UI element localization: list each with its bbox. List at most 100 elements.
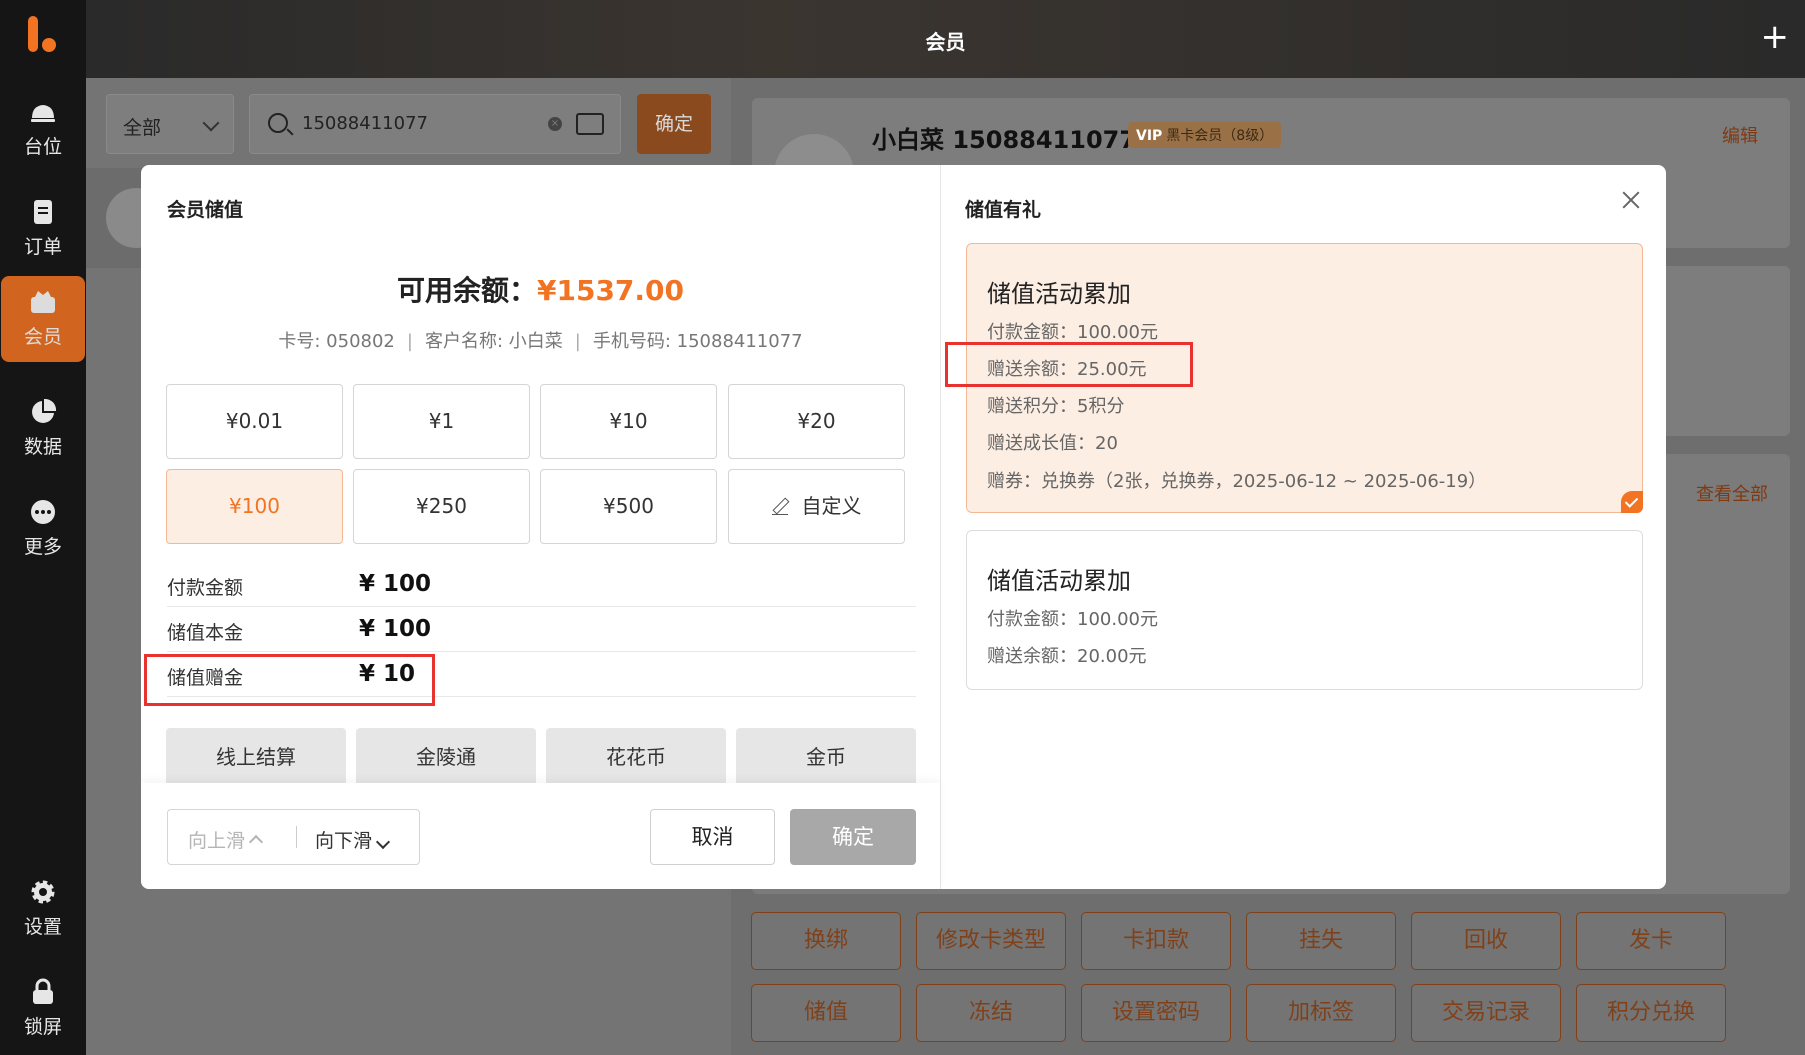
balance-value: ¥1537.00 xyxy=(537,274,685,307)
vip-label: VIP xyxy=(1136,128,1163,144)
summary-row-payment: 付款金额 ¥ 100 xyxy=(167,563,916,607)
promo-line: 付款金额：100.00元 xyxy=(987,609,1158,630)
summary-value: ¥ 100 xyxy=(359,616,432,642)
view-all-link[interactable]: 查看全部 xyxy=(1696,480,1768,506)
promo-panel-title: 储值有礼 xyxy=(965,199,1042,221)
search-input-value: 15088411077 xyxy=(302,113,428,134)
chevron-down-icon xyxy=(202,114,220,132)
summary-value: ¥ 100 xyxy=(359,571,432,597)
card-deduct-button[interactable]: 卡扣款 xyxy=(1081,912,1231,970)
search-icon xyxy=(268,113,288,133)
promo-line: 赠送积分：5积分 xyxy=(987,396,1125,417)
balance-label: 可用余额： xyxy=(396,274,537,307)
promo-line: 赠送余额：20.00元 xyxy=(987,646,1147,667)
filter-select[interactable]: 全部 xyxy=(106,94,234,154)
sidebar-item-label: 锁屏 xyxy=(23,1016,62,1038)
modal-title: 会员储值 xyxy=(167,199,244,221)
recharge-modal: 会员储值 储值有礼 可用余额：¥1537.00 卡号: 050802 | 客户名称:… xyxy=(141,165,1666,889)
page-title: 会员 xyxy=(925,30,966,54)
edit-link[interactable]: 编辑 xyxy=(1722,122,1758,148)
sidebar-item-tables[interactable]: 台位 xyxy=(0,86,86,172)
summary-label: 储值本金 xyxy=(167,622,244,644)
table-bell-icon xyxy=(31,105,55,122)
sidebar-item-settings[interactable]: 设置 xyxy=(0,866,86,952)
promo-line: 付款金额：100.00元 xyxy=(987,322,1158,343)
amount-option[interactable]: ¥500 xyxy=(540,469,717,544)
sidebar-item-label: 更多 xyxy=(23,536,62,558)
highlight-box-bonus xyxy=(144,654,435,706)
promo-card[interactable]: 储值活动累加 付款金额：100.00元 赠送余额：20.00元 xyxy=(966,530,1643,690)
amount-option[interactable]: ¥0.01 xyxy=(166,384,343,459)
sidebar-item-members[interactable]: 会员 xyxy=(1,276,85,362)
scroll-down-label: 向下滑 xyxy=(315,830,373,852)
customer-name: 客户名称: 小白菜 xyxy=(424,331,563,352)
amount-option[interactable]: ¥10 xyxy=(540,384,717,459)
amount-option[interactable]: ¥1 xyxy=(353,384,530,459)
amount-option-selected[interactable]: ¥100 xyxy=(166,469,343,544)
payment-method-huahuabi[interactable]: 花花币 xyxy=(546,728,726,786)
report-loss-button[interactable]: 挂失 xyxy=(1246,912,1396,970)
summary-row-principal: 储值本金 ¥ 100 xyxy=(167,608,916,652)
sidebar: 台位 订单 会员 数据 更多 设置 锁屏 xyxy=(0,0,86,1055)
search-confirm-button[interactable]: 确定 xyxy=(637,94,711,154)
change-card-type-button[interactable]: 修改卡类型 xyxy=(916,912,1066,970)
custom-amount-label: 自定义 xyxy=(801,494,862,518)
confirm-button[interactable]: 确定 xyxy=(790,809,916,865)
plus-icon[interactable]: + xyxy=(1761,20,1790,54)
transaction-history-button[interactable]: 交易记录 xyxy=(1411,984,1561,1042)
vip-badge: VIP 黑卡会员（8级） xyxy=(1128,122,1282,148)
pie-chart-icon xyxy=(32,398,57,423)
recycle-button[interactable]: 回收 xyxy=(1411,912,1561,970)
set-password-button[interactable]: 设置密码 xyxy=(1081,984,1231,1042)
scroll-down-button[interactable]: 向下滑 xyxy=(315,826,391,853)
filter-select-value: 全部 xyxy=(123,117,162,139)
points-redeem-button[interactable]: 积分兑换 xyxy=(1576,984,1726,1042)
payment-method-online[interactable]: 线上结算 xyxy=(166,728,346,786)
more-icon xyxy=(31,500,55,524)
custom-amount-button[interactable]: 自定义 xyxy=(728,469,905,544)
member-meta: 卡号: 050802 | 客户名称: 小白菜 | 手机号码: 15088411077 xyxy=(278,331,803,352)
pencil-icon xyxy=(771,499,788,515)
recharge-button[interactable]: 储值 xyxy=(751,984,901,1042)
amount-option[interactable]: ¥250 xyxy=(353,469,530,544)
card-number: 卡号: 050802 xyxy=(278,331,395,352)
amount-option[interactable]: ¥20 xyxy=(728,384,905,459)
top-header: 会员 + xyxy=(86,0,1805,78)
sidebar-item-orders[interactable]: 订单 xyxy=(0,186,86,272)
phone-number: 手机号码: 15088411077 xyxy=(592,331,803,352)
app-logo xyxy=(28,16,62,56)
summary-label: 付款金额 xyxy=(167,577,244,599)
keyboard-icon[interactable] xyxy=(576,113,604,135)
cancel-button[interactable]: 取消 xyxy=(650,809,775,865)
rebind-button[interactable]: 换绑 xyxy=(751,912,901,970)
sidebar-item-lock[interactable]: 锁屏 xyxy=(0,966,86,1052)
lock-icon xyxy=(33,978,53,1004)
member-level: 黑卡会员（8级） xyxy=(1166,128,1274,144)
available-balance: 可用余额：¥1537.00 xyxy=(141,269,940,309)
promo-title: 储值活动累加 xyxy=(987,280,1131,308)
promo-title: 储值活动累加 xyxy=(987,567,1131,595)
close-icon[interactable] xyxy=(1620,189,1642,211)
issue-card-button[interactable]: 发卡 xyxy=(1576,912,1726,970)
sidebar-item-label: 设置 xyxy=(23,916,62,938)
clear-icon[interactable]: × xyxy=(548,117,562,131)
sidebar-item-data[interactable]: 数据 xyxy=(0,386,86,472)
add-tag-button[interactable]: 加标签 xyxy=(1246,984,1396,1042)
sidebar-item-label: 台位 xyxy=(23,136,62,158)
freeze-button[interactable]: 冻结 xyxy=(916,984,1066,1042)
search-input[interactable]: 15088411077 × xyxy=(249,94,621,154)
promo-line: 赠送成长值：20 xyxy=(987,433,1118,454)
promo-line: 赠券：兑换券（2张，兑换券，2025-06-12 ~ 2025-06-19） xyxy=(987,471,1487,492)
chevron-up-icon xyxy=(248,834,264,849)
highlight-box-gift-balance xyxy=(945,342,1193,387)
modal-footer: 向上滑 向下滑 取消 确定 xyxy=(141,783,940,889)
sidebar-item-label: 会员 xyxy=(23,326,62,348)
scroll-up-button[interactable]: 向上滑 xyxy=(188,826,264,853)
sidebar-item-more[interactable]: 更多 xyxy=(0,486,86,572)
scroll-up-label: 向上滑 xyxy=(188,830,246,852)
payment-method-gold-coin[interactable]: 金币 xyxy=(736,728,916,786)
checkmark-icon xyxy=(1621,491,1643,513)
payment-method-jinlingtong[interactable]: 金陵通 xyxy=(356,728,536,786)
member-icon xyxy=(31,291,55,313)
scroll-control: 向上滑 向下滑 xyxy=(167,809,420,865)
